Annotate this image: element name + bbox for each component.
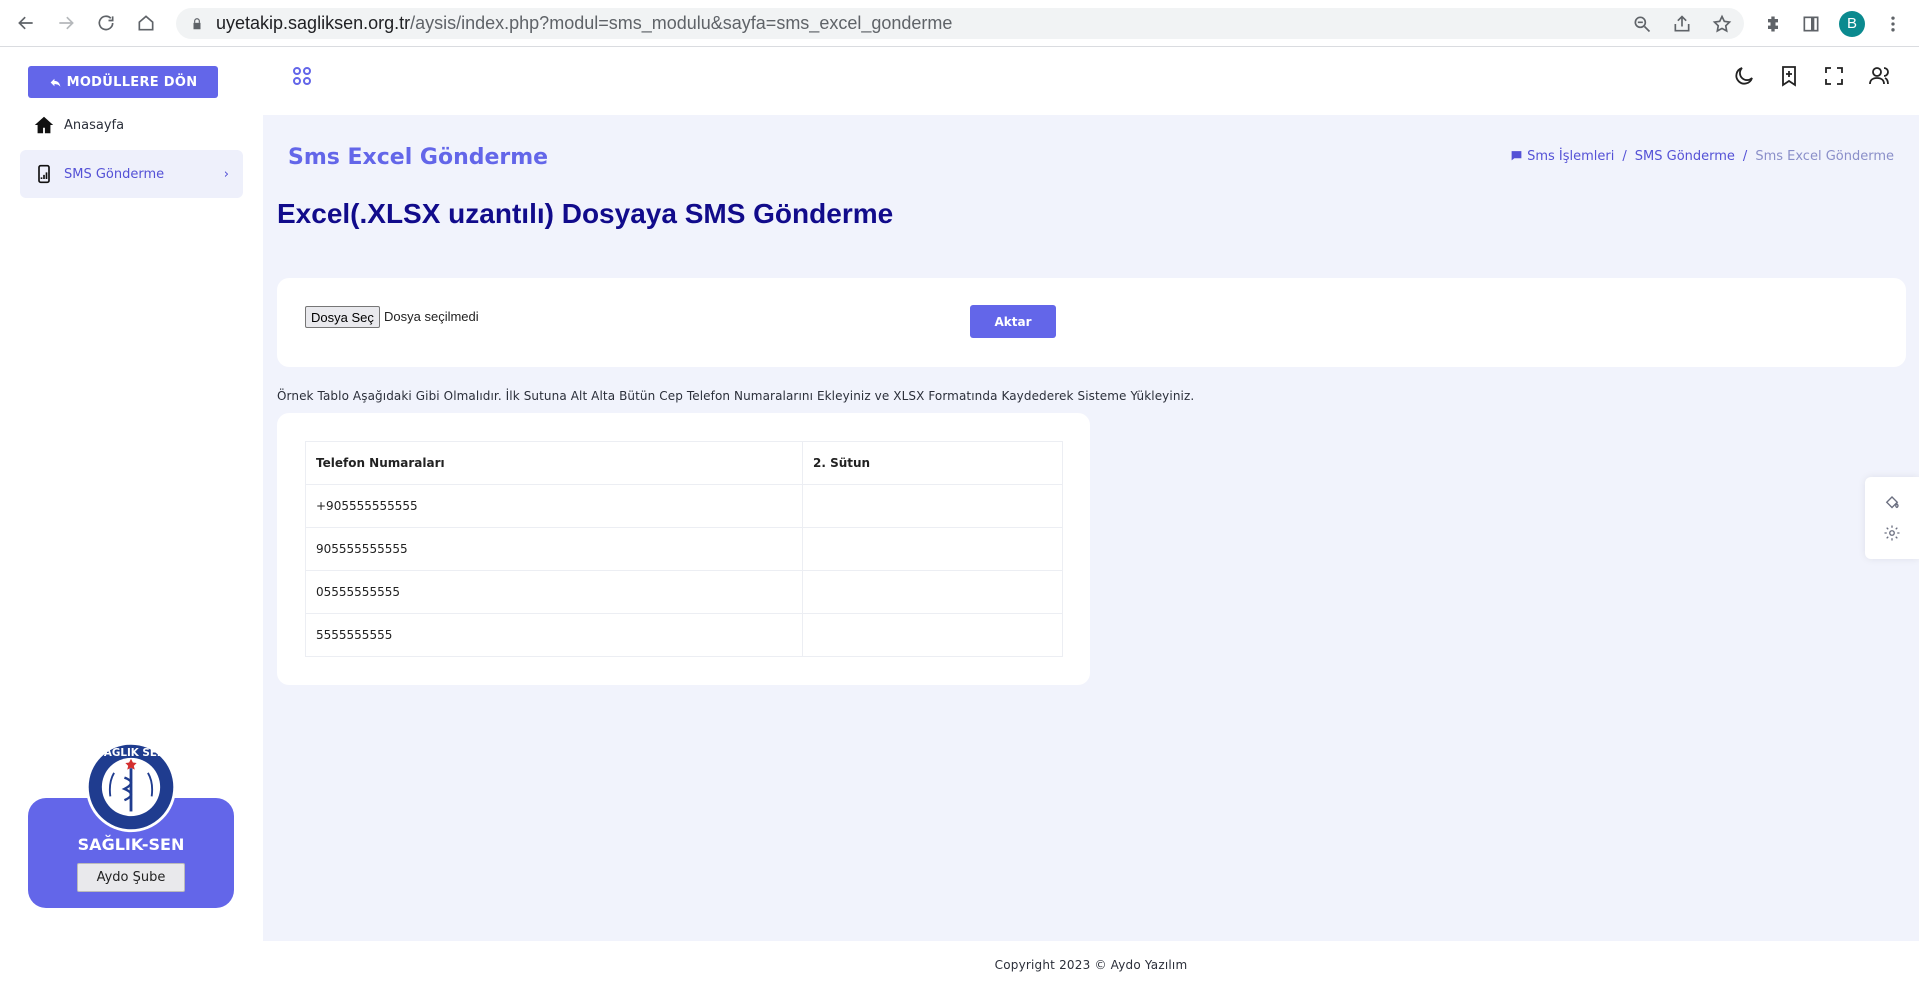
upload-card: Dosya Seç Dosya seçilmedi Aktar (277, 278, 1906, 367)
sample-table: Telefon Numaraları 2. Sütun +90555555555… (305, 441, 1063, 657)
address-bar[interactable]: uyetakip.sagliksen.org.tr/aysis/index.ph… (176, 8, 1744, 39)
table-cell (802, 484, 1063, 528)
table-row: 905555555555 (305, 527, 1063, 571)
star-icon[interactable] (1712, 14, 1732, 34)
header-actions (1732, 64, 1891, 88)
table-row: +905555555555 (305, 484, 1063, 528)
url-path: /aysis/index.php?modul=sms_modulu&sayfa=… (410, 13, 953, 33)
table-cell: 5555555555 (305, 613, 803, 657)
svg-text:SAĞLIK SEN: SAĞLIK SEN (96, 746, 165, 759)
bookmark-icon[interactable] (1777, 64, 1801, 88)
url-text: uyetakip.sagliksen.org.tr/aysis/index.ph… (216, 13, 952, 34)
breadcrumb-item-sms-operations[interactable]: Sms İşlemleri (1510, 149, 1614, 164)
sidebar: MODÜLLERE DÖN Anasayfa SMS Gönderme › SA… (0, 47, 263, 986)
omnibox-actions (1632, 14, 1732, 34)
sample-table-card: Telefon Numaraları 2. Sütun +90555555555… (277, 413, 1090, 685)
file-status-text: Dosya seçilmedi (384, 309, 479, 324)
sagliksen-logo: SAĞLIK SEN (85, 741, 177, 833)
table-cell (802, 527, 1063, 571)
reload-icon[interactable] (90, 7, 122, 39)
sidebar-item-home[interactable]: Anasayfa (20, 101, 243, 149)
table-cell: +905555555555 (305, 484, 803, 528)
browser-actions: B (1763, 8, 1903, 39)
table-row: 5555555555 (305, 613, 1063, 657)
breadcrumb-separator: / (1742, 149, 1748, 164)
main-content: Sms Excel Gönderme Sms İşlemleri / SMS G… (263, 115, 1919, 941)
browser-toolbar: uyetakip.sagliksen.org.tr/aysis/index.ph… (0, 0, 1919, 47)
message-icon (1511, 151, 1522, 161)
table-cell (802, 613, 1063, 657)
zoom-icon[interactable] (1632, 14, 1652, 34)
forward-arrow-icon[interactable] (50, 7, 82, 39)
top-header (263, 47, 1919, 115)
table-header-row: Telefon Numaraları 2. Sütun (305, 441, 1063, 485)
home-icon (32, 113, 56, 137)
instruction-text: Örnek Tablo Aşağıdaki Gibi Olmalıdır. İl… (277, 389, 1195, 403)
back-to-modules-label: MODÜLLERE DÖN (66, 74, 198, 90)
chevron-right-icon: › (223, 166, 229, 182)
organization-name: SAĞLIK-SEN (77, 835, 185, 854)
table-cell: 905555555555 (305, 527, 803, 571)
side-panel-icon[interactable] (1801, 14, 1821, 34)
table-row: 05555555555 (305, 570, 1063, 614)
sidebar-item-label: Anasayfa (64, 117, 125, 133)
sidebar-item-label: SMS Gönderme (64, 166, 165, 182)
back-to-modules-button[interactable]: MODÜLLERE DÖN (28, 66, 218, 98)
footer: Copyright 2023 © Aydo Yazılım (263, 941, 1919, 986)
column-header: 2. Sütun (802, 441, 1063, 485)
breadcrumb: Sms İşlemleri / SMS Gönderme / Sms Excel… (1510, 149, 1894, 164)
customizer-panel (1865, 477, 1919, 559)
browser-nav (10, 7, 162, 39)
breadcrumb-label: Sms İşlemleri (1527, 149, 1615, 164)
apps-grid-icon[interactable] (290, 64, 314, 88)
table-cell (802, 570, 1063, 614)
column-header: Telefon Numaraları (305, 441, 803, 485)
choose-file-button[interactable]: Dosya Seç (305, 306, 380, 328)
mobile-icon (32, 162, 56, 186)
breadcrumb-separator: / (1622, 149, 1627, 164)
dark-mode-icon[interactable] (1732, 64, 1756, 88)
user-icon[interactable] (1867, 64, 1891, 88)
more-menu-icon[interactable] (1883, 14, 1903, 34)
branch-button[interactable]: Aydo Şube (77, 863, 185, 892)
extensions-icon[interactable] (1763, 14, 1783, 34)
table-cell: 05555555555 (305, 570, 803, 614)
breadcrumb-item-sms-sending[interactable]: SMS Gönderme (1635, 149, 1735, 164)
back-arrow-icon[interactable] (10, 7, 42, 39)
reply-icon (50, 78, 60, 87)
profile-avatar[interactable]: B (1839, 10, 1865, 37)
gear-icon[interactable] (1883, 524, 1901, 542)
share-icon[interactable] (1672, 14, 1692, 34)
breadcrumb-item-current: Sms Excel Gönderme (1755, 149, 1894, 164)
fullscreen-icon[interactable] (1822, 64, 1846, 88)
paint-bucket-icon[interactable] (1883, 494, 1901, 512)
page-title: Sms Excel Gönderme (288, 145, 549, 170)
lock-icon (193, 17, 201, 29)
transfer-button[interactable]: Aktar (970, 305, 1056, 338)
sidebar-item-sms-sending[interactable]: SMS Gönderme › (20, 150, 243, 198)
section-heading: Excel(.XLSX uzantılı) Dosyaya SMS Gönder… (277, 198, 894, 229)
home-icon[interactable] (130, 7, 162, 39)
url-host: uyetakip.sagliksen.org.tr (216, 13, 411, 33)
